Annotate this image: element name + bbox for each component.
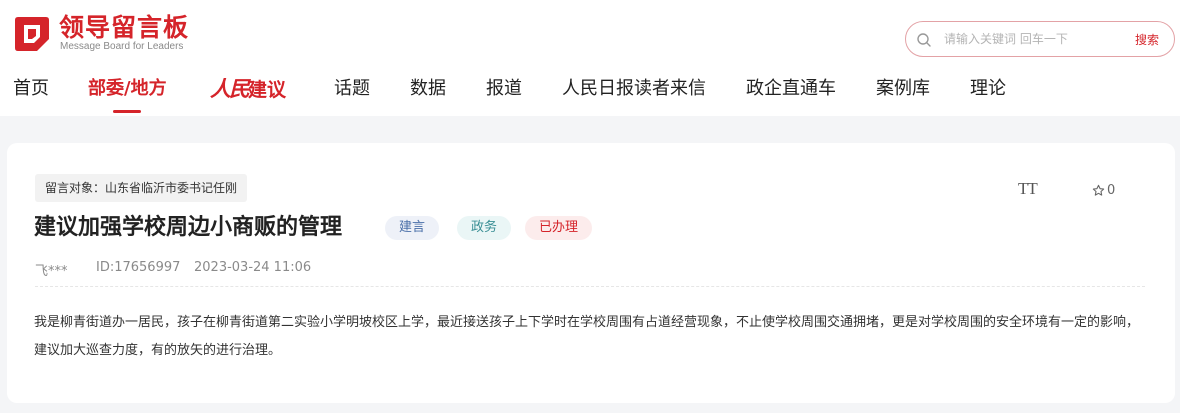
nav-item-readers-letters[interactable]: 人民日报读者来信: [562, 76, 706, 102]
logo-icon: [15, 17, 49, 51]
nav-item-reports[interactable]: 报道: [486, 76, 522, 102]
favorite-button[interactable]: 0: [1092, 180, 1115, 199]
logo-subtitle: Message Board for Leaders: [60, 41, 184, 52]
badge-category: 建言: [385, 216, 440, 240]
site-header: 领导留言板 Message Board for Leaders 搜索 首页 部委…: [0, 0, 1180, 116]
nav-item-data[interactable]: 数据: [410, 76, 446, 102]
message-time: 2023-03-24 11:06: [194, 260, 312, 275]
site-logo[interactable]: 领导留言板 Message Board for Leaders: [13, 13, 193, 55]
search-input[interactable]: [944, 29, 1124, 49]
main-nav: 首页 部委/地方 人民建议 话题 数据 报道 人民日报读者来信 政企直通车 案例…: [0, 76, 1180, 116]
brand-rest-text: 建议: [248, 79, 287, 101]
logo-title: 领导留言板: [59, 13, 190, 42]
message-content: 我是柳青街道办一居民，孩子在柳青街道第二实验小学明坡校区上学，最近接送孩子上下学…: [34, 315, 1140, 358]
badge-status: 已办理: [525, 216, 593, 240]
message-title: 建议加强学校周边小商贩的管理: [34, 215, 343, 240]
nav-item-theory[interactable]: 理论: [970, 76, 1006, 102]
nav-item-ministries-local[interactable]: 部委/地方: [88, 76, 167, 102]
nav-item-home[interactable]: 首页: [13, 76, 49, 102]
font-size-icon[interactable]: TT: [1018, 179, 1038, 199]
star-icon: [1092, 184, 1105, 196]
message-id: ID:17656997: [96, 260, 181, 275]
brand-script-text: 人民: [210, 76, 250, 101]
nav-item-gov-enterprise[interactable]: 政企直通车: [746, 76, 836, 102]
message-target: 留言对象：山东省临沂市委书记任刚: [35, 174, 248, 202]
message-author: 飞***: [35, 264, 68, 279]
nav-item-case-library[interactable]: 案例库: [876, 76, 930, 102]
search-icon[interactable]: [916, 32, 932, 48]
nav-active-indicator: [113, 110, 141, 113]
search-box: 搜索: [905, 21, 1175, 57]
message-tools: TT 0: [1017, 179, 1147, 199]
content-divider: [35, 286, 1145, 287]
badge-field: 政务: [457, 216, 512, 240]
favorite-count: 0: [1107, 183, 1116, 198]
message-card: 留言对象：山东省临沂市委书记任刚 TT 0 建议加强学校周边小商贩的管理 建言 …: [7, 143, 1175, 403]
search-button[interactable]: 搜索: [1135, 31, 1159, 48]
nav-item-topics[interactable]: 话题: [334, 76, 370, 102]
nav-item-people-suggestions[interactable]: 人民建议: [210, 76, 286, 103]
